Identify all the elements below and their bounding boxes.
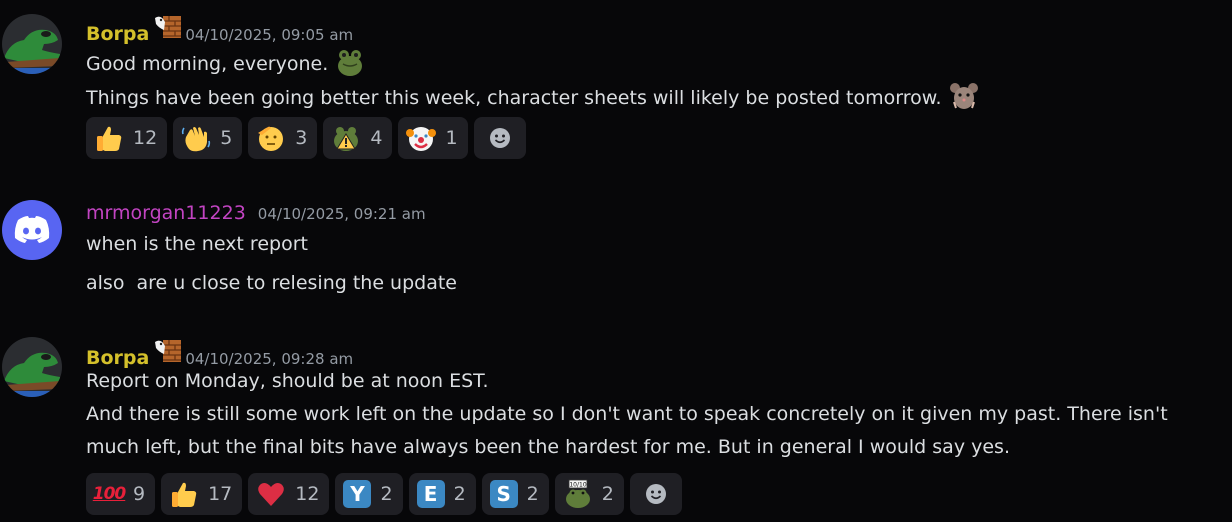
discord-logo-icon (2, 200, 62, 260)
add-reaction-button[interactable] (473, 117, 526, 159)
reaction-count: 3 (295, 127, 308, 149)
message-text: Report on Monday, should be at noon EST. (86, 370, 489, 392)
red-heart-icon (256, 479, 286, 509)
message-header: Borpa 04/10/2025, 09:05 am (86, 14, 353, 45)
reaction-thumbs-up[interactable]: 17 (161, 473, 243, 515)
smiley-add-icon (488, 126, 512, 150)
reaction-frog-ten[interactable]: 2 (554, 473, 624, 515)
message-line: also are u close to relesing the update (86, 272, 457, 294)
wall-bird-icon[interactable] (155, 338, 181, 364)
reaction-count: 12 (133, 127, 158, 149)
smiley-add-icon (644, 482, 668, 506)
reaction-waving-hand[interactable]: 5 (173, 117, 243, 159)
reaction-count: 2 (453, 483, 466, 505)
clown-face-icon (406, 123, 436, 153)
reaction-count: 17 (208, 483, 233, 505)
reaction-hundred-points[interactable]: 100 9 (86, 473, 156, 515)
timestamp[interactable]: 04/10/2025, 09:28 am (185, 350, 353, 368)
reaction-thumbs-up[interactable]: 12 (86, 117, 168, 159)
reaction-count: 5 (220, 127, 233, 149)
waving-hand-icon (181, 123, 211, 153)
thumbs-up-icon (94, 123, 124, 153)
frog-avatar[interactable] (2, 14, 62, 74)
wall-bird-icon[interactable] (155, 14, 181, 40)
username[interactable]: Borpa (86, 347, 149, 369)
reaction-letter-s[interactable]: S 2 (481, 473, 549, 515)
reaction-letter-y[interactable]: Y 2 (335, 473, 403, 515)
frog-avatar[interactable] (2, 337, 62, 397)
message-line: Good morning, everyone. (86, 46, 366, 78)
message-line: when is the next report (86, 233, 308, 255)
saluting-face-icon (256, 123, 286, 153)
message-line: Report on Monday, should be at noon EST. (86, 370, 489, 392)
letter-e-icon: E (416, 480, 445, 508)
rat-emoji[interactable] (948, 80, 980, 112)
reaction-count: 12 (295, 483, 320, 505)
username[interactable]: mrmorgan11223 (86, 202, 246, 224)
reaction-count: 4 (370, 127, 383, 149)
message-header: mrmorgan11223 04/10/2025, 09:21 am (86, 202, 426, 224)
reaction-count: 2 (380, 483, 393, 505)
hundred-points-icon: 100 (92, 484, 127, 504)
frog-ten-icon (563, 479, 593, 509)
message-text: when is the next report (86, 233, 308, 255)
letter-s-icon: S (489, 480, 518, 508)
message-header: Borpa 04/10/2025, 09:28 am (86, 338, 353, 369)
reaction-count: 2 (601, 483, 614, 505)
reaction-saluting-face[interactable]: 3 (248, 117, 318, 159)
message-line: Things have been going better this week,… (86, 80, 980, 112)
message-text: And there is still some work left on the… (86, 403, 1168, 425)
reaction-frog-warning[interactable]: 4 (323, 117, 393, 159)
discord-logo-avatar[interactable] (2, 200, 62, 260)
reaction-count: 1 (445, 127, 458, 149)
username[interactable]: Borpa (86, 23, 149, 45)
frog-warning-icon (331, 123, 361, 153)
reaction-count: 9 (133, 483, 146, 505)
message-text: Things have been going better this week,… (86, 87, 942, 109)
thumbs-up-icon (169, 479, 199, 509)
reaction-bar: 12 5 3 4 1 (86, 117, 526, 159)
message-text: Good morning, everyone. (86, 53, 329, 75)
message-text: also are u close to relesing the update (86, 272, 458, 294)
reaction-clown-face[interactable]: 1 (398, 117, 468, 159)
message-line: much left, but the final bits have alway… (86, 436, 1010, 458)
reaction-letter-e[interactable]: E 2 (408, 473, 476, 515)
timestamp[interactable]: 04/10/2025, 09:21 am (258, 205, 426, 223)
letter-y-icon: Y (343, 480, 372, 508)
reaction-red-heart[interactable]: 12 (248, 473, 330, 515)
add-reaction-button[interactable] (629, 473, 682, 515)
message-text: much left, but the final bits have alway… (86, 436, 1010, 458)
reaction-bar: 100 9 17 12 Y 2 E 2 S 2 2 (86, 473, 682, 515)
reaction-count: 2 (526, 483, 539, 505)
frog-emoji[interactable] (334, 46, 366, 78)
message-line: And there is still some work left on the… (86, 403, 1168, 425)
timestamp[interactable]: 04/10/2025, 09:05 am (185, 26, 353, 44)
